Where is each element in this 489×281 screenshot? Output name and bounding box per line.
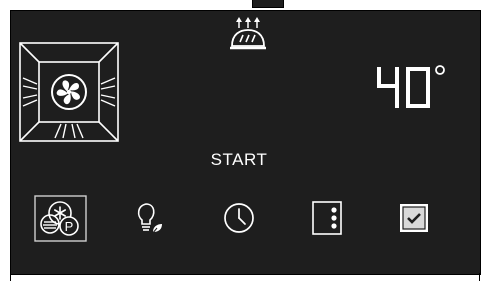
panel-base [10, 273, 480, 281]
temperature-display [365, 55, 455, 115]
mode-badge-label: P [65, 219, 74, 234]
light-bulb-eco-icon[interactable] [128, 198, 168, 238]
menu-dots-icon[interactable] [307, 198, 347, 238]
top-tab [252, 0, 284, 8]
checkbox-icon[interactable] [394, 198, 434, 238]
bread-top-heat-icon [228, 14, 268, 52]
clock-icon[interactable] [219, 198, 259, 238]
start-label[interactable]: START [194, 150, 284, 170]
oven-fan-icon [19, 42, 119, 142]
fan-proof-mode-icon[interactable]: P [34, 195, 87, 242]
